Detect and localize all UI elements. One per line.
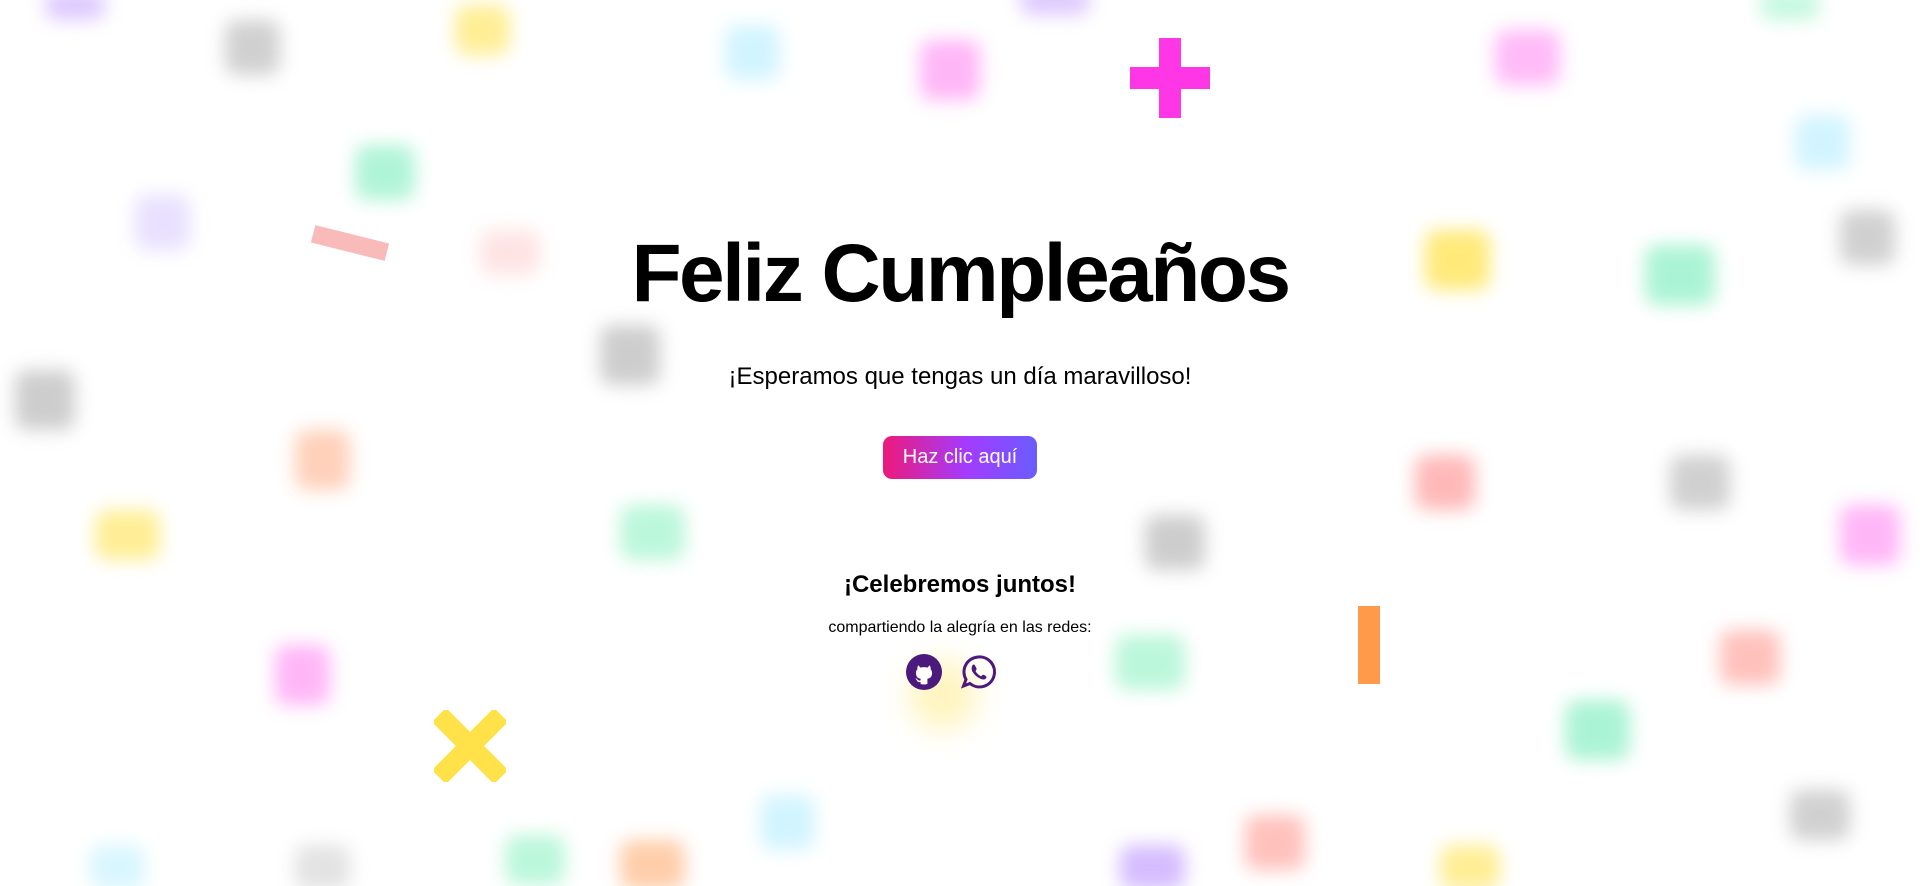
celebrate-heading: ¡Celebremos juntos!: [843, 571, 1077, 598]
page-title: Feliz Cumpleaños: [631, 228, 1291, 319]
whatsapp-link[interactable]: [959, 653, 997, 691]
github-link[interactable]: [905, 653, 943, 691]
whatsapp-icon: [960, 655, 997, 689]
github-icon: [906, 654, 942, 690]
click-here-button[interactable]: Haz clic aquí: [883, 436, 1037, 479]
page-subtitle: ¡Esperamos que tengas un día maravilloso…: [728, 363, 1192, 390]
celebrate-text: compartiendo la alegría en las redes:: [828, 619, 1092, 636]
birthday-card: Feliz Cumpleaños ¡Esperamos que tengas u…: [0, 0, 1920, 886]
